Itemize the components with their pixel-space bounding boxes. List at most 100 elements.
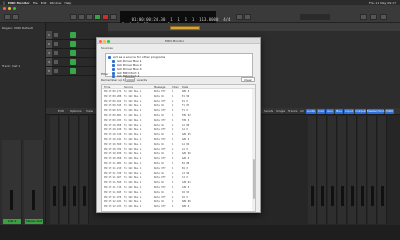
mixer-options-menu[interactable]: Options bbox=[70, 109, 82, 113]
table-row[interactable]: 09:17:10.702 To IAC Bus 1 Note Off 1 A1 0 bbox=[102, 148, 255, 151]
notes-button[interactable] bbox=[370, 14, 377, 20]
table-row[interactable]: 09:17:11.339 To IAC Bus 1 Note On 1 C2 96 bbox=[102, 172, 255, 175]
timeline-ruler[interactable] bbox=[108, 23, 400, 31]
mixer-channel[interactable] bbox=[368, 116, 377, 224]
filter-bus-button[interactable]: Bus bbox=[335, 109, 343, 114]
close-window-button[interactable] bbox=[3, 7, 6, 10]
table-row[interactable]: 09:17:09.422 To IAC Bus 1 Note Off 1 E1 0 bbox=[102, 100, 255, 103]
filter-input-button[interactable]: Input bbox=[344, 109, 354, 114]
stop-button[interactable] bbox=[86, 14, 93, 20]
forward-button[interactable] bbox=[78, 14, 85, 20]
sources-list[interactable]: Act as a source for other programs IAC D… bbox=[105, 53, 253, 78]
channel-fader[interactable] bbox=[371, 186, 374, 206]
mixer-view-menu[interactable]: View bbox=[86, 109, 93, 113]
channel-fader[interactable] bbox=[351, 186, 354, 206]
table-row[interactable]: 09:17:10.958 To IAC Bus 1 Note Off 1 A#1 0 bbox=[102, 157, 255, 160]
table-row[interactable]: 09:17:10.830 To IAC Bus 1 Note On 1 A#1 90 bbox=[102, 152, 255, 155]
channel-fader[interactable] bbox=[361, 186, 364, 206]
filter-inst-button[interactable]: Inst bbox=[317, 109, 325, 114]
rewind-button[interactable] bbox=[70, 14, 77, 20]
zoom-window-button[interactable] bbox=[13, 7, 16, 10]
remember-count-field[interactable]: 1000 bbox=[125, 77, 135, 82]
record-button[interactable] bbox=[102, 14, 109, 20]
column-source[interactable]: Source bbox=[124, 86, 133, 89]
region-header[interactable]: Region: MIDI Default bbox=[2, 26, 33, 30]
channel-name-stereo-out[interactable]: Stereo Out bbox=[25, 219, 43, 224]
mute-button[interactable] bbox=[54, 51, 58, 55]
track-header[interactable]: Track: Inst 1 bbox=[2, 64, 20, 68]
minimize-window-button[interactable] bbox=[103, 39, 106, 43]
table-row[interactable]: 09:17:11.210 To IAC Bus 1 Note Off 1 B1 0 bbox=[102, 167, 255, 170]
mute-button[interactable] bbox=[54, 69, 58, 73]
volume-fader[interactable] bbox=[32, 190, 35, 210]
mixer-sends-button[interactable]: Sends bbox=[264, 109, 273, 113]
zoom-window-button[interactable] bbox=[107, 39, 110, 43]
minimize-window-button[interactable] bbox=[8, 7, 11, 10]
column-time[interactable]: Time bbox=[104, 86, 110, 89]
library-button[interactable] bbox=[4, 14, 11, 20]
table-row[interactable]: 09:17:12.233 To IAC Bus 1 Note Off 1 D#2 0 bbox=[102, 205, 255, 208]
mixer-single-button[interactable]: Single bbox=[276, 109, 285, 113]
volume-fader[interactable] bbox=[10, 190, 13, 210]
mixer-tracks-button[interactable]: Tracks bbox=[288, 109, 297, 113]
mute-button[interactable] bbox=[54, 60, 58, 64]
menu-item-window[interactable]: Window bbox=[50, 1, 62, 5]
sources-disclosure[interactable]: Sources bbox=[101, 46, 113, 50]
mixer-channel[interactable] bbox=[50, 116, 59, 224]
channel-fader[interactable] bbox=[73, 186, 76, 206]
filter-aux-button[interactable]: Aux bbox=[326, 109, 334, 114]
channel-fader[interactable] bbox=[311, 186, 314, 206]
mixer-channel[interactable] bbox=[60, 116, 69, 224]
menu-item-file[interactable]: File bbox=[33, 1, 38, 5]
channel-fader[interactable] bbox=[53, 186, 56, 206]
loops-button[interactable] bbox=[380, 14, 387, 20]
lcd-display[interactable]: 01:00:00:24.30 1 1 1 1 113.0000 4/4 5 1 … bbox=[120, 11, 230, 27]
channel-fader[interactable] bbox=[83, 186, 86, 206]
filter-disclosure[interactable]: Filter bbox=[101, 72, 108, 76]
column-data[interactable]: Data bbox=[182, 86, 188, 89]
channel-fader[interactable] bbox=[331, 186, 334, 206]
play-button[interactable] bbox=[94, 14, 101, 20]
mixer-channel[interactable] bbox=[378, 116, 387, 224]
mixer-channel[interactable] bbox=[80, 116, 89, 224]
table-row[interactable]: 09:17:10.190 To IAC Bus 1 Note Off 1 G1 0 bbox=[102, 128, 255, 131]
table-row[interactable]: 09:17:11.081 To IAC Bus 1 Note On 1 B1 88 bbox=[102, 162, 255, 165]
mixer-all-button[interactable]: All bbox=[300, 109, 304, 113]
channel-fader[interactable] bbox=[341, 186, 344, 206]
count-in-button[interactable] bbox=[244, 14, 251, 20]
column-message[interactable]: Message bbox=[154, 86, 165, 89]
table-row[interactable]: 09:17:10.316 To IAC Bus 1 Note On 1 G#1 95 bbox=[102, 133, 255, 136]
menu-item-help[interactable]: Help bbox=[64, 1, 71, 5]
filter-midi-button[interactable]: MIDI bbox=[385, 109, 394, 114]
table-row[interactable]: 09:17:10.569 To IAC Bus 1 Note On 1 A1 84 bbox=[102, 143, 255, 146]
table-row[interactable]: 09:17:11.719 To IAC Bus 1 Note Off 1 C#2 0 bbox=[102, 186, 255, 189]
scroll-thumb[interactable] bbox=[252, 159, 255, 199]
clear-button[interactable]: Clear bbox=[241, 77, 255, 82]
filter-master-vca-button[interactable]: Master/VCA bbox=[367, 109, 384, 114]
clock-text[interactable]: Thu 11 May 09:17 bbox=[369, 1, 396, 5]
mixer-channel[interactable] bbox=[338, 116, 347, 224]
table-row[interactable]: 09:17:09.172 To IAC Bus 1 Note Off 1 D#1 0 bbox=[102, 90, 255, 93]
menu-item-app[interactable]: MIDI Monitor bbox=[8, 1, 30, 5]
channel-fader[interactable] bbox=[321, 186, 324, 206]
channel-fader[interactable] bbox=[63, 186, 66, 206]
close-window-button[interactable] bbox=[99, 39, 102, 43]
mixer-channel[interactable] bbox=[348, 116, 357, 224]
window-titlebar[interactable]: MIDI Monitor bbox=[97, 38, 260, 44]
mute-button[interactable] bbox=[54, 42, 58, 46]
column-chan[interactable]: Chan bbox=[172, 86, 179, 89]
table-row[interactable]: 09:17:12.101 To IAC Bus 1 Note On 1 D#2 86 bbox=[102, 200, 255, 203]
checkbox-icon[interactable] bbox=[108, 55, 111, 59]
table-row[interactable]: 09:17:11.976 To IAC Bus 1 Note Off 1 D2 0 bbox=[102, 196, 255, 199]
mute-button[interactable] bbox=[54, 33, 58, 37]
list-editors-button[interactable] bbox=[360, 14, 367, 20]
master-volume-slider[interactable] bbox=[300, 14, 330, 20]
table-row[interactable]: 09:17:11.467 To IAC Bus 1 Note Off 1 C2 0 bbox=[102, 176, 255, 179]
event-log-table[interactable]: Time Source Message Chan Data 09:17:09.1… bbox=[101, 84, 256, 212]
table-row[interactable]: 09:17:10.058 To IAC Bus 1 Note On 1 G1 80 bbox=[102, 124, 255, 127]
table-row[interactable]: 09:17:09.801 To IAC Bus 1 Note On 1 F#1 92 bbox=[102, 114, 255, 117]
table-row[interactable]: 09:17:09.933 To IAC Bus 1 Note Off 1 F#1 0 bbox=[102, 119, 255, 122]
table-scrollbar[interactable] bbox=[252, 89, 255, 211]
mixer-channel[interactable] bbox=[318, 116, 327, 224]
menu-item-edit[interactable]: Edit bbox=[41, 1, 47, 5]
